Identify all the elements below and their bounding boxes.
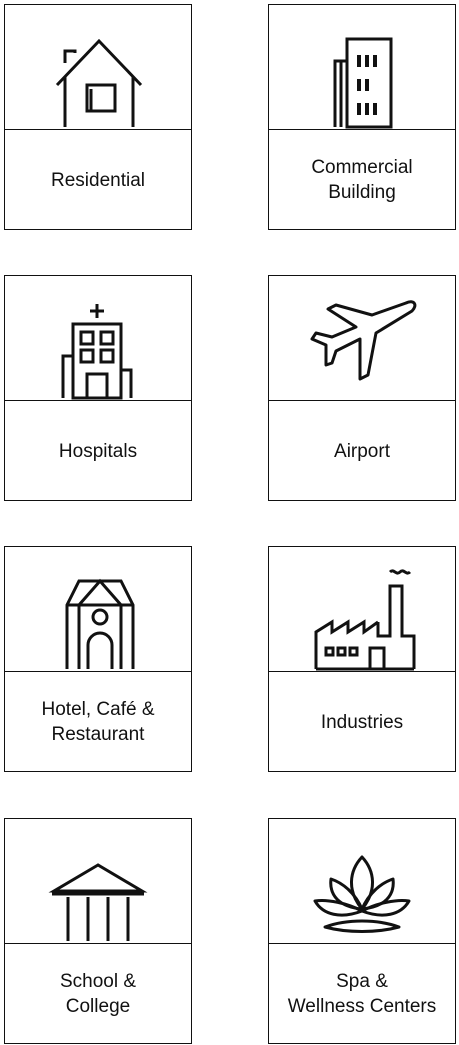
category-label: School & College — [59, 971, 137, 1017]
category-label: Spa & Wellness Centers — [287, 971, 437, 1017]
category-card-airport[interactable]: Airport — [268, 275, 456, 501]
category-label: Industries — [320, 711, 404, 733]
category-card-hospitals[interactable]: Hospitals — [4, 275, 192, 501]
lotus-icon — [313, 855, 411, 933]
category-card-spa[interactable]: Spa & Wellness Centers — [268, 818, 456, 1044]
house-icon — [55, 38, 143, 127]
card-divider — [5, 943, 191, 944]
card-divider — [5, 671, 191, 672]
category-label: Hospitals — [58, 440, 138, 462]
category-label: Airport — [334, 440, 390, 462]
factory-icon — [314, 569, 416, 671]
category-card-hotel[interactable]: Hotel, Café & Restaurant — [4, 546, 192, 772]
airplane-icon — [310, 300, 417, 381]
category-label: Commercial Building — [311, 157, 413, 203]
card-divider — [269, 129, 455, 130]
card-divider — [269, 671, 455, 672]
hotel-icon — [65, 578, 135, 669]
hospital-icon — [61, 304, 133, 400]
category-label: Hotel, Café & Restaurant — [41, 699, 155, 745]
card-divider — [5, 129, 191, 130]
category-card-school[interactable]: School & College — [4, 818, 192, 1044]
category-label: Residential — [51, 169, 145, 191]
card-divider — [269, 400, 455, 401]
category-card-industries[interactable]: Industries — [268, 546, 456, 772]
card-divider — [269, 943, 455, 944]
school-icon — [48, 863, 148, 941]
card-divider — [5, 400, 191, 401]
category-card-commercial[interactable]: Commercial Building — [268, 4, 456, 230]
category-card-residential[interactable]: Residential — [4, 4, 192, 230]
office-building-icon — [333, 37, 393, 129]
